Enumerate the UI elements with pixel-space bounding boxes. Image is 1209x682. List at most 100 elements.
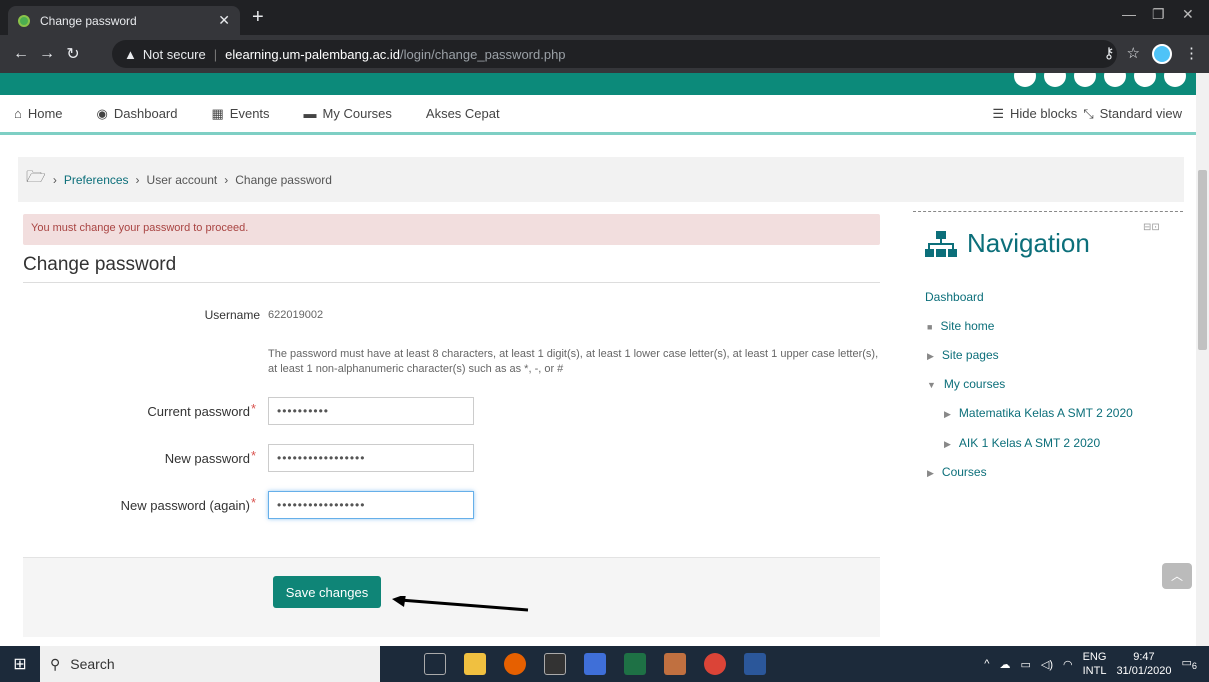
forward-icon[interactable]: → xyxy=(34,45,60,63)
star-icon[interactable]: ☆ xyxy=(1127,44,1140,64)
minimize-icon[interactable]: — xyxy=(1122,6,1136,22)
firefox-icon[interactable] xyxy=(504,653,526,675)
taskbar-search[interactable]: ⚲ Search xyxy=(40,646,380,682)
notification-count: 6 xyxy=(1191,661,1197,672)
profile-avatar[interactable] xyxy=(1152,44,1172,64)
key-icon[interactable]: ⚷ xyxy=(1104,44,1115,64)
excel-icon[interactable] xyxy=(624,653,646,675)
scrollbar-thumb[interactable] xyxy=(1198,170,1207,350)
reload-icon[interactable]: ↻ xyxy=(60,44,86,64)
nav-block-dashboard[interactable]: Dashboard xyxy=(925,290,984,304)
expand-icon: ▶ xyxy=(944,439,951,449)
nav-block-site-pages[interactable]: ▶ Site pages xyxy=(927,348,999,362)
app-icon[interactable] xyxy=(664,653,686,675)
hide-blocks-link[interactable]: Hide blocks xyxy=(1010,106,1077,121)
divider xyxy=(23,282,880,283)
nav-home[interactable]: ⌂ Home xyxy=(14,106,63,121)
nav-akses-cepat[interactable]: Akses Cepat xyxy=(426,106,500,121)
folder-icon[interactable]: 🗁 xyxy=(26,166,46,193)
site-home-label: Site home xyxy=(940,319,995,333)
browser-tab-strip: Change password ✕ + — ❐ ✕ xyxy=(0,0,1209,35)
alert-message: You must change your password to proceed… xyxy=(23,214,880,245)
nav-block-course-1[interactable]: ▶ Matematika Kelas A SMT 2 2020 xyxy=(944,406,1133,420)
volume-icon[interactable]: ◁) xyxy=(1041,658,1053,671)
close-tab-icon[interactable]: ✕ xyxy=(218,12,230,29)
sitemap-icon xyxy=(925,230,957,257)
nav-dashboard[interactable]: ◉ Dashboard xyxy=(97,106,178,122)
nav-block-my-courses[interactable]: ▼ My courses xyxy=(927,377,1005,391)
chrome-icon[interactable] xyxy=(704,653,726,675)
language-indicator[interactable]: ENG INTL xyxy=(1083,650,1107,678)
network-app-icon[interactable] xyxy=(584,653,606,675)
battery-icon[interactable]: ▭ xyxy=(1020,658,1030,671)
compress-icon[interactable]: ⤡ xyxy=(1083,106,1093,122)
wifi-icon[interactable]: ◠ xyxy=(1063,658,1073,671)
new-password-again-input[interactable]: ••••••••••••••••• xyxy=(268,491,474,519)
close-window-icon[interactable]: ✕ xyxy=(1182,6,1194,23)
social-icon[interactable] xyxy=(1164,73,1186,87)
current-password-input[interactable]: •••••••••• xyxy=(268,397,474,425)
required-mark: * xyxy=(251,495,257,510)
nav-my-courses[interactable]: ▬ My Courses xyxy=(304,106,392,121)
nav-home-label: Home xyxy=(27,106,63,121)
social-icon[interactable] xyxy=(1044,73,1066,87)
notification-icon[interactable]: ▭6 xyxy=(1182,656,1198,671)
username-label: Username xyxy=(204,308,260,322)
save-changes-button[interactable]: Save changes xyxy=(273,576,381,608)
url-host: elearning.um-palembang.ac.id xyxy=(225,46,401,62)
dashboard-icon: ◉ xyxy=(96,105,108,121)
nav-block-course-2[interactable]: ▶ AIK 1 Kelas A SMT 2 2020 xyxy=(944,436,1100,450)
standard-view-link[interactable]: Standard view xyxy=(1100,106,1182,121)
clock-date: 31/01/2020 xyxy=(1116,665,1172,677)
taskbar-search-label: Search xyxy=(70,656,115,672)
browser-tab[interactable]: Change password ✕ xyxy=(8,6,240,35)
breadcrumb-separator: › xyxy=(52,172,57,187)
hide-blocks-icon[interactable]: ☰ xyxy=(992,106,1004,122)
omnibox[interactable]: ▲ Not secure | elearning.um-palembang.ac… xyxy=(112,40,1117,68)
new-tab-icon[interactable]: + xyxy=(252,6,264,28)
back-to-top-button[interactable]: ︿ xyxy=(1162,563,1192,589)
breadcrumb-user-account[interactable]: User account xyxy=(147,173,218,187)
bullet-icon: ■ xyxy=(927,322,933,332)
current-password-label-text: Current password xyxy=(147,404,250,419)
main-nav: ⌂ Home ◉ Dashboard ▦ Events ▬ My Courses Aks… xyxy=(0,95,1196,135)
back-icon[interactable]: ← xyxy=(8,45,34,63)
terminal-icon[interactable] xyxy=(544,653,566,675)
site-header-bar xyxy=(0,73,1196,95)
new-password-again-label-text: New password (again) xyxy=(120,498,250,513)
site-pages-label: Site pages xyxy=(941,348,999,362)
onedrive-icon[interactable]: ☁ xyxy=(999,658,1010,671)
nav-block-site-home[interactable]: ■ Site home xyxy=(927,319,994,333)
courses-label: Courses xyxy=(941,465,987,479)
tab-title: Change password xyxy=(40,13,137,28)
clock[interactable]: 9:47 31/01/2020 xyxy=(1116,650,1171,678)
word-icon[interactable] xyxy=(744,653,766,675)
nav-block-courses[interactable]: ▶ Courses xyxy=(927,465,987,479)
address-bar-row: ← → ↻ ▲ Not secure | elearning.um-palemb… xyxy=(0,35,1209,73)
breadcrumb-preferences[interactable]: Preferences xyxy=(64,173,129,187)
navigation-block-border xyxy=(913,211,1183,212)
social-icon[interactable] xyxy=(1014,73,1036,87)
block-controls-icon[interactable]: ⊟⊡ xyxy=(1143,222,1160,233)
file-explorer-icon[interactable] xyxy=(464,653,486,675)
breadcrumb-change-password: Change password xyxy=(235,172,332,187)
tray-overflow-icon[interactable]: ^ xyxy=(984,658,989,670)
home-icon: ⌂ xyxy=(14,106,22,121)
url-path: /login/change_password.php xyxy=(400,46,566,62)
nav-events[interactable]: ▦ Events xyxy=(212,106,270,122)
required-mark: * xyxy=(251,401,257,416)
restore-icon[interactable]: ❐ xyxy=(1152,6,1165,23)
windows-start-icon[interactable]: ⊞ xyxy=(0,654,40,674)
task-view-icon[interactable] xyxy=(424,653,446,675)
new-password-label-text: New password xyxy=(164,451,250,466)
menu-icon[interactable]: ⋮ xyxy=(1184,44,1199,64)
expand-icon: ▶ xyxy=(944,409,951,419)
page-title: Change password xyxy=(23,254,177,275)
username-value: 622019002 xyxy=(268,309,324,321)
page-scrollbar[interactable] xyxy=(1196,73,1209,646)
social-icon[interactable] xyxy=(1074,73,1096,87)
new-password-input[interactable]: ••••••••••••••••• xyxy=(268,444,474,472)
youtube-icon[interactable] xyxy=(1134,73,1156,87)
expand-icon: ▶ xyxy=(927,468,934,478)
social-icon[interactable] xyxy=(1104,73,1126,87)
